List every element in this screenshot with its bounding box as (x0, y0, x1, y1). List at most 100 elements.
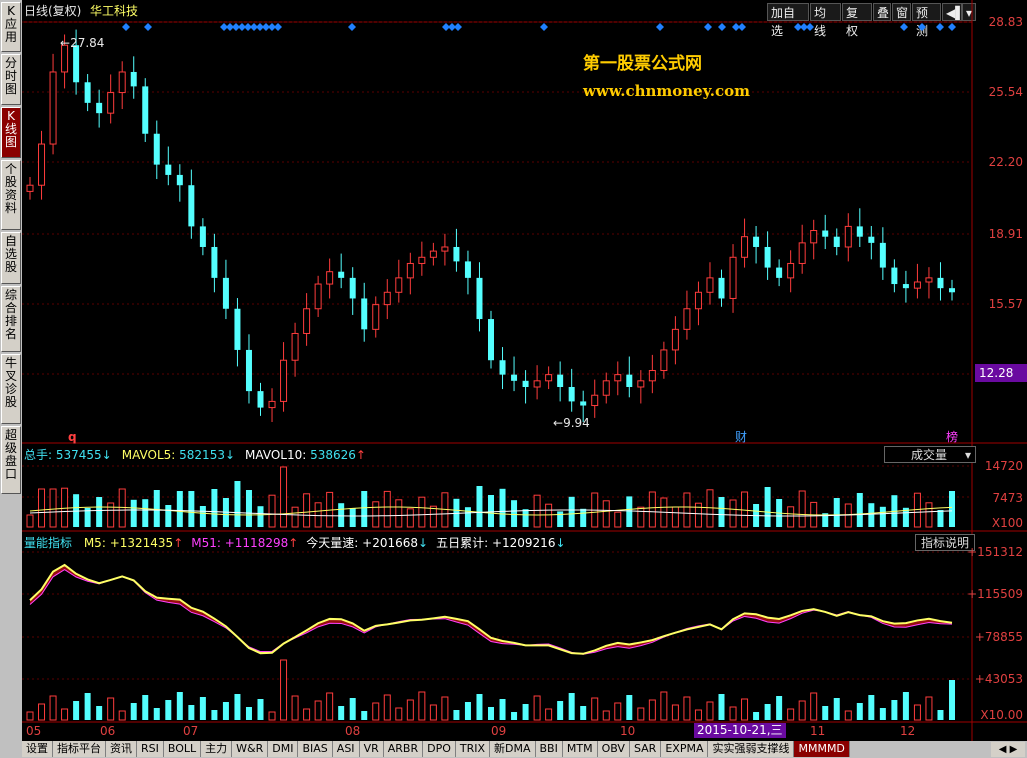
indicator-bar (533, 695, 541, 721)
volume-bar (165, 505, 172, 527)
bottom-tab-7[interactable]: DMI (268, 741, 299, 757)
volume-bar (764, 487, 771, 527)
bottom-tab-14[interactable]: 新DMA (490, 741, 536, 757)
chart-grid (22, 0, 1027, 741)
indicator-legend-item: M5: +1321435↑ (83, 536, 184, 550)
indicator-bar (833, 698, 840, 720)
candle-body (522, 380, 529, 387)
indicator-bar (153, 708, 160, 720)
indicator-bar (372, 702, 380, 721)
indicator-bar (637, 707, 645, 721)
volume-bar (418, 496, 426, 528)
marker-cai[interactable]: 财 (735, 430, 747, 444)
bottom-tab-2[interactable]: 资讯 (106, 741, 137, 757)
volume-bar (211, 489, 218, 527)
indicator-bar (694, 709, 702, 721)
indicator-bar (453, 710, 460, 720)
watermark-title: 第一股票公式网 (583, 54, 702, 74)
bottom-tab-15[interactable]: BBI (535, 741, 563, 757)
volume-legend: 总手: 537455↓ MAVOL5: 582153↓ MAVOL10: 53862… (24, 448, 376, 462)
indicator-tick-2: +78855 (974, 630, 1023, 644)
candle-body (464, 261, 471, 278)
bottom-tab-3[interactable]: RSI (137, 741, 164, 757)
indicator-bar (361, 711, 368, 720)
marker-q[interactable]: q (68, 430, 77, 444)
bottom-tab-10[interactable]: VR (359, 741, 384, 757)
watermark-url: www.chnmoney.com (583, 82, 750, 100)
bottom-tab-1[interactable]: 指标平台 (53, 741, 106, 757)
bottom-tab-9[interactable]: ASI (332, 741, 360, 757)
bottom-tab-17[interactable]: OBV (597, 741, 630, 757)
volume-bar (257, 506, 264, 527)
candle-body (38, 143, 46, 186)
candle-body (165, 164, 172, 175)
indicator-bar (580, 706, 587, 720)
sidebar-btn-1[interactable]: 分 时 图 (1, 54, 21, 105)
bottom-tab-21[interactable]: MMMMD (794, 741, 850, 757)
event-markers (122, 23, 956, 31)
candle-body (222, 277, 229, 309)
volume-bar (557, 511, 564, 527)
candle-body (798, 242, 806, 264)
candle-body (764, 246, 771, 268)
indicator-bar (660, 691, 668, 721)
bottom-tab-8[interactable]: BIAS (298, 741, 333, 757)
candle-body (706, 277, 714, 293)
candle-body (499, 360, 506, 375)
sidebar-btn-5[interactable]: 综 合 排 名 (1, 286, 21, 352)
sidebar-btn-4[interactable]: 自 选 股 (1, 232, 21, 284)
indicator-bar (522, 704, 529, 720)
candle-body (49, 71, 57, 145)
bottom-tab-0[interactable]: 设置 (22, 741, 53, 757)
indicator-tick-0: +151312 (967, 545, 1023, 559)
price-tick-4: 15.57 (988, 297, 1023, 311)
bottom-tab-18[interactable]: SAR (629, 741, 662, 757)
volume-bar (868, 503, 875, 527)
indicator-bar (671, 704, 679, 721)
sidebar-btn-0[interactable]: K 应 用 (1, 2, 21, 52)
indicator-bar (395, 707, 403, 721)
indicator-bar (602, 710, 610, 721)
sidebar-btn-2[interactable]: K 线 图 (1, 107, 21, 158)
sidebar-btn-7[interactable]: 超 级 盘 口 (1, 426, 21, 494)
volume-bar (787, 506, 795, 528)
bottom-tab-19[interactable]: EXPMA (661, 741, 709, 757)
bottom-tab-12[interactable]: DPO (423, 741, 456, 757)
candle-body (84, 82, 91, 103)
indicator-bar (545, 708, 553, 721)
bottom-tab-bar: 设置 指标平台 资讯 RSI BOLL 主力 W&R DMI BIAS ASI VR ARBR DPO T… (22, 741, 1027, 758)
bottom-tab-16[interactable]: MTM (562, 741, 598, 757)
sidebar-btn-6[interactable]: 牛 叉 诊 股 (1, 354, 21, 424)
candle-body (326, 271, 334, 285)
tab-scroll-arrows[interactable]: ◀ ▶ (991, 742, 1025, 757)
cursor-date: 2015-10-21,三 (694, 723, 786, 738)
volume-legend-item: MAVOL5: 582153↓ (121, 448, 236, 462)
bottom-tab-6[interactable]: W&R (232, 741, 269, 757)
volume-bar (533, 494, 541, 528)
candle-body (741, 236, 749, 258)
bottom-tab-5[interactable]: 主力 (201, 741, 233, 757)
volume-dropdown[interactable]: 成交量 ▾ (884, 446, 976, 463)
volume-bar (718, 497, 725, 527)
volume-bar (464, 507, 471, 527)
indicator-help-button[interactable]: 指标说明 (915, 534, 975, 551)
candle-body (810, 230, 818, 244)
indicator-legend-item: 量能指标 (24, 536, 76, 550)
x-tick-4: 09 (491, 724, 507, 738)
volume-bar (729, 499, 737, 528)
indicator-bar (222, 702, 229, 720)
candle-body (383, 291, 391, 306)
candle-body (902, 284, 909, 289)
candle-body (683, 308, 691, 330)
candle-body (234, 308, 241, 350)
x-tick-6: 11 (810, 724, 826, 738)
bottom-tab-4[interactable]: BOLL (163, 741, 202, 757)
bottom-tab-11[interactable]: ARBR (383, 741, 424, 757)
candle-body (73, 45, 80, 83)
bottom-tab-13[interactable]: TRIX (455, 741, 491, 757)
candle-body (441, 246, 449, 252)
sidebar-btn-3[interactable]: 个 股 资 料 (1, 160, 21, 230)
indicator-bars (26, 659, 955, 721)
marker-bang[interactable]: 榜 (946, 430, 958, 444)
bottom-tab-20[interactable]: 实实强弱支撑线 (708, 741, 795, 757)
